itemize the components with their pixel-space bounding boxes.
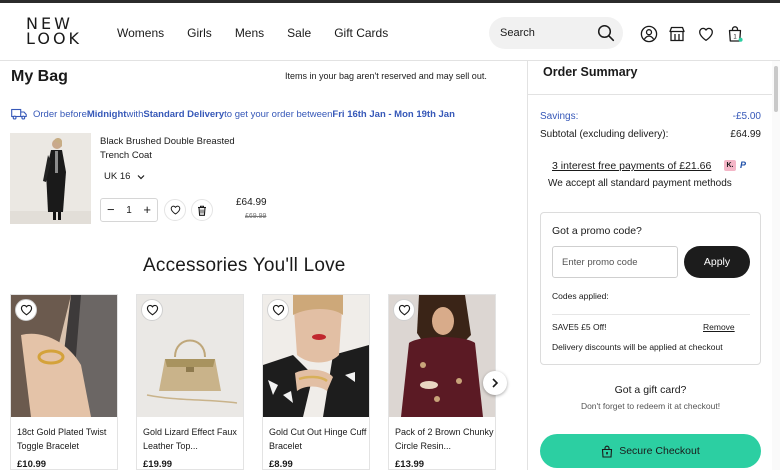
product-card[interactable]: Gold Lizard Effect Faux Leather Top... £… (136, 294, 244, 470)
secure-checkout-button[interactable]: Secure Checkout (540, 434, 761, 468)
gift-card-subtitle: Don't forget to redeem it at checkout! (580, 401, 721, 411)
nav-womens[interactable]: Womens (117, 26, 164, 40)
account-icon[interactable] (640, 25, 658, 43)
promo-title: Got a promo code? (552, 225, 642, 237)
nav-sale[interactable]: Sale (287, 26, 311, 40)
column-divider (527, 61, 528, 470)
summary-divider (528, 94, 780, 95)
product-card[interactable]: 18ct Gold Plated Twist Toggle Bracelet £… (10, 294, 118, 470)
heart-icon (170, 205, 180, 215)
add-to-wishlist-button[interactable] (15, 299, 37, 321)
bag-item-image[interactable] (10, 133, 91, 224)
payment-methods-text: We accept all standard payment methods (548, 178, 732, 189)
nav-girls[interactable]: Girls (187, 26, 212, 40)
product-name[interactable]: 18ct Gold Plated Twist Toggle Bracelet (17, 425, 117, 453)
remove-item-button[interactable] (191, 199, 213, 221)
codes-applied-label: Codes applied: (552, 291, 609, 301)
lock-bag-icon (602, 445, 613, 458)
add-to-wishlist-button[interactable] (267, 299, 289, 321)
product-price: £8.99 (269, 459, 293, 470)
accessories-title: Accessories You'll Love (143, 255, 346, 276)
delivery-cutoff: Midnight (86, 108, 127, 120)
delivery-dates: Fri 16th Jan - Mon 19th Jan (332, 108, 455, 120)
product-card[interactable]: Pack of 2 Brown Chunky Circle Resin... £… (388, 294, 496, 470)
search-input[interactable] (500, 25, 596, 41)
bag-count: 1 (733, 34, 737, 40)
product-name[interactable]: Gold Cut Out Hinge Cuff Bracelet (269, 425, 369, 453)
product-price: £13.99 (395, 459, 425, 470)
order-summary-title: Order Summary (543, 65, 638, 79)
subtotal-value: £64.99 (730, 129, 761, 140)
subtotal-row: Subtotal (excluding delivery): £64.99 (540, 129, 761, 140)
delivery-text-3: to get your order between (224, 108, 333, 120)
codes-divider (552, 314, 750, 315)
heart-icon (398, 304, 410, 316)
size-value: UK 16 (104, 171, 131, 182)
subtotal-label: Subtotal (excluding delivery): (540, 129, 669, 140)
product-card[interactable]: Gold Cut Out Hinge Cuff Bracelet £8.99 (262, 294, 370, 470)
shopping-bag-icon[interactable]: 1 (726, 25, 744, 43)
scrollbar-track[interactable] (772, 61, 780, 470)
quantity-stepper: − 1 + (100, 198, 158, 222)
size-selector[interactable]: UK 16 (104, 171, 145, 182)
new-look-logo[interactable]: NEW LOOK (26, 16, 83, 48)
search-icon[interactable] (597, 24, 615, 42)
wishlist-heart-icon[interactable] (697, 25, 715, 43)
chevron-right-icon (492, 378, 499, 388)
delivery-text-2: with (126, 108, 144, 120)
checkout-label: Secure Checkout (619, 445, 700, 457)
carousel-next-button[interactable] (483, 371, 507, 395)
nav-mens[interactable]: Mens (235, 26, 264, 40)
search-box[interactable] (489, 17, 623, 49)
apply-promo-button[interactable]: Apply (684, 246, 750, 278)
klarna-logo-icon: K. (724, 160, 736, 171)
site-header: NEW LOOK Womens Girls Mens Sale Gift Car… (0, 3, 780, 61)
scrollbar-thumb[interactable] (774, 66, 778, 112)
heart-icon (146, 304, 158, 316)
trash-icon (198, 205, 206, 216)
logo-line-2: LOOK (26, 29, 83, 48)
heart-icon (20, 304, 32, 316)
trench-coat-photo (10, 133, 91, 224)
bag-item-price: £64.99 (236, 197, 267, 208)
add-to-wishlist-button[interactable] (141, 299, 163, 321)
main-nav: Womens Girls Mens Sale Gift Cards (117, 26, 411, 40)
heart-icon (272, 304, 284, 316)
savings-value: -£5.00 (732, 111, 761, 122)
bag-reservation-note: Items in your bag aren't reserved and ma… (285, 71, 487, 81)
delivery-message: Order before Midnight with Standard Deli… (11, 108, 455, 120)
applied-code: SAVE5 £5 Off! (552, 322, 607, 332)
klarna-payments-link[interactable]: 3 interest free payments of £21.66 (552, 160, 711, 172)
delivery-text-1: Order before (33, 108, 87, 120)
nav-gift-cards[interactable]: Gift Cards (334, 26, 388, 40)
product-name[interactable]: Pack of 2 Brown Chunky Circle Resin... (395, 425, 495, 453)
my-bag-title: My Bag (11, 68, 68, 85)
savings-row: Savings: -£5.00 (540, 111, 761, 122)
quantity-value: 1 (126, 204, 132, 216)
gift-card-title: Got a gift card? (614, 384, 687, 396)
product-price: £19.99 (143, 459, 173, 470)
product-name[interactable]: Gold Lizard Effect Faux Leather Top... (143, 425, 243, 453)
delivery-truck-icon (11, 108, 27, 120)
paypal-logo-icon: P (740, 160, 747, 170)
delivery-method: Standard Delivery (143, 108, 225, 120)
quantity-decrease-button[interactable]: − (107, 203, 115, 216)
bag-item-name[interactable]: Black Brushed Double Breasted Trench Coa… (100, 135, 260, 163)
store-icon[interactable] (668, 25, 686, 43)
bag-item-was-price: £69.99 (245, 213, 267, 220)
chevron-down-icon (137, 174, 145, 179)
savings-label: Savings: (540, 111, 579, 122)
add-to-wishlist-button[interactable] (393, 299, 415, 321)
promo-code-panel: Got a promo code? Apply Codes applied: S… (540, 212, 761, 365)
save-for-later-button[interactable] (164, 199, 186, 221)
remove-code-link[interactable]: Remove (703, 322, 735, 332)
product-price: £10.99 (17, 459, 47, 470)
quantity-increase-button[interactable]: + (143, 203, 151, 216)
delivery-discount-note: Delivery discounts will be applied at ch… (552, 342, 723, 352)
promo-code-input[interactable] (552, 246, 678, 278)
